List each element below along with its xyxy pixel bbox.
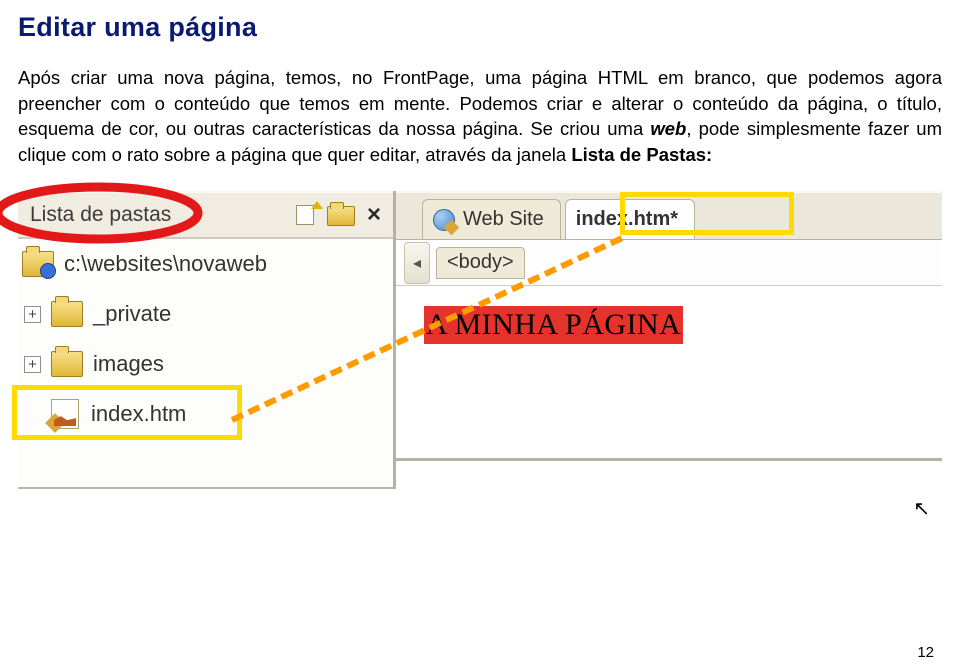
folder-list-body: c:\websites\novaweb + _private + images … (18, 237, 393, 487)
tab-label: Web Site (463, 208, 544, 231)
folder-list-panel: Lista de pastas × c:\websites\novaweb + … (18, 191, 396, 489)
cursor-caret-icon: ↖ (913, 496, 930, 521)
para-bold-lista: Lista de Pastas: (571, 144, 712, 165)
page-heading-text: A MINHA PÁGINA (424, 306, 683, 344)
body-tag-crumb[interactable]: <body> (436, 247, 525, 279)
web-folder-icon (22, 251, 54, 277)
tree-item-images[interactable]: + images (18, 339, 393, 389)
page-number: 12 (917, 644, 934, 661)
new-page-icon[interactable] (293, 203, 321, 227)
folder-list-header-icons: × (293, 201, 385, 229)
tag-breadcrumb-row: ◂ <body> (396, 240, 942, 286)
tab-web-site[interactable]: Web Site (422, 199, 561, 239)
page-canvas[interactable]: A MINHA PÁGINA (396, 286, 942, 458)
folder-list-header: Lista de pastas × (18, 191, 393, 237)
document-tabs: Web Site index.htm* (422, 193, 699, 239)
folder-icon (51, 351, 83, 377)
page-heading: Editar uma página (18, 12, 942, 43)
tree-item-label: index.htm (91, 401, 186, 427)
editor-content: ◂ <body> A MINHA PÁGINA (396, 239, 942, 458)
tree-root-label: c:\websites\novaweb (64, 251, 267, 277)
folder-icon (51, 301, 83, 327)
ui-screenshot: Lista de pastas × c:\websites\novaweb + … (18, 191, 942, 531)
tree-item-index[interactable]: index.htm (18, 389, 393, 439)
intro-paragraph: Após criar uma nova página, temos, no Fr… (18, 65, 942, 167)
tab-index[interactable]: index.htm* (565, 199, 695, 239)
tree-root[interactable]: c:\websites\novaweb (18, 239, 393, 289)
expander-spacer (24, 406, 41, 423)
htm-file-icon (51, 399, 79, 429)
para-web-emph: web (650, 118, 686, 139)
tab-label: index.htm* (576, 208, 678, 231)
globe-icon (433, 209, 455, 231)
expander-icon[interactable]: + (24, 356, 41, 373)
new-folder-icon[interactable] (327, 203, 357, 227)
editor-area: Web Site index.htm* ◂ <body> A MINHA PÁG… (396, 191, 942, 461)
tree-item-private[interactable]: + _private (18, 289, 393, 339)
scroll-left-button[interactable]: ◂ (404, 242, 430, 284)
tree-item-label: _private (93, 301, 171, 327)
tree-item-label: images (93, 351, 164, 377)
folder-list-title: Lista de pastas (30, 203, 171, 227)
close-icon[interactable]: × (363, 201, 385, 229)
expander-icon[interactable]: + (24, 306, 41, 323)
